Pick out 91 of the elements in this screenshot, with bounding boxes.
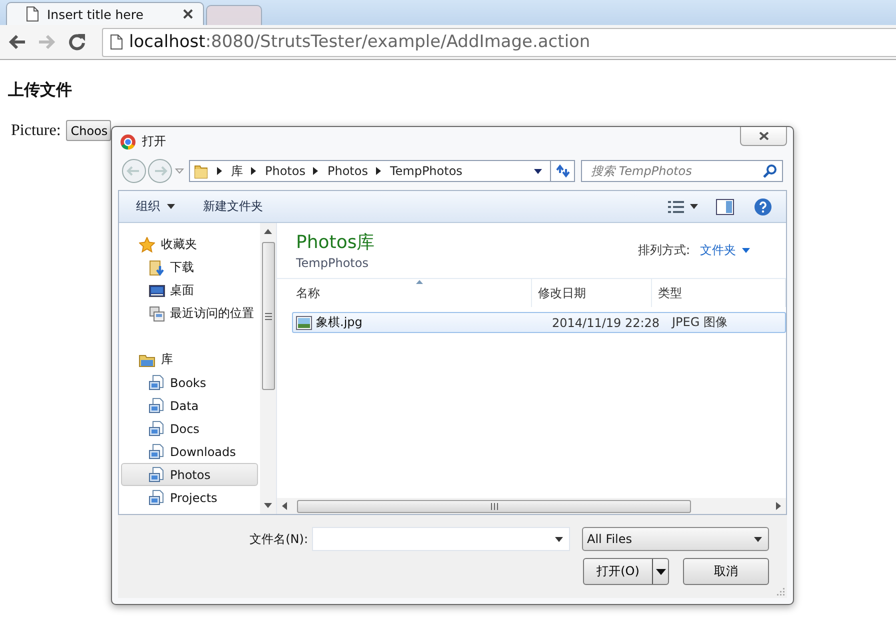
column-header[interactable]: 类型 (652, 279, 786, 307)
table-cell-text: 2014/11/19 22:28 (552, 316, 661, 330)
library-icon (149, 420, 165, 436)
chevron-icon[interactable] (376, 167, 382, 175)
reload-icon[interactable] (68, 33, 86, 51)
close-icon[interactable] (183, 9, 193, 19)
scroll-thumb[interactable] (297, 500, 691, 512)
nav-item[interactable]: 最近访问的位置 (121, 302, 258, 325)
column-header[interactable]: 修改日期 (532, 279, 652, 307)
nav-item[interactable]: 库 (121, 348, 258, 371)
chevron-icon[interactable] (251, 167, 257, 175)
nav-item[interactable]: Downloads (121, 440, 258, 463)
address-bar[interactable]: localhost:8080/StrutsTester/example/AddImage.action (102, 28, 896, 56)
breadcrumb-item[interactable]: Photos (327, 164, 368, 178)
url-text: localhost:8080/StrutsTester/example/AddImage.action (129, 32, 590, 52)
chevron-icon[interactable] (217, 167, 223, 175)
library-icon (149, 398, 165, 414)
close-button[interactable] (740, 127, 787, 146)
resize-grip-icon[interactable] (776, 587, 785, 596)
refresh-button[interactable] (551, 160, 575, 182)
library-icon (149, 444, 165, 460)
nav-item[interactable]: Photos (121, 463, 258, 486)
library-icon (149, 374, 165, 390)
dropdown-icon (754, 536, 762, 542)
path-bar[interactable]: 库 Photos Photos TempPhotos (189, 160, 551, 182)
preview-pane-icon[interactable] (716, 198, 734, 214)
toolbar-button[interactable]: 组织 (136, 198, 175, 215)
horizontal-scrollbar[interactable] (277, 498, 786, 514)
file-name-label: 文件名(N): (250, 530, 308, 548)
file-name-field[interactable] (312, 527, 570, 551)
sort-indicator-icon (416, 280, 423, 284)
browser-tab[interactable]: Insert title here (6, 2, 204, 25)
back-icon[interactable] (8, 34, 26, 50)
table-cell-text: JPEG 图像 (672, 314, 728, 331)
dialog-button[interactable]: 取消 (683, 558, 769, 585)
nav-item[interactable]: Books (121, 371, 258, 394)
breadcrumb-item[interactable]: TempPhotos (390, 164, 462, 178)
caret-icon[interactable] (690, 204, 698, 209)
nav-item[interactable]: Docs (121, 417, 258, 440)
page-icon (109, 34, 123, 50)
desktop-icon (149, 282, 165, 298)
recent-places-icon (149, 306, 165, 322)
up-arrow-icon[interactable] (264, 229, 272, 234)
file-name: 象棋.jpg (316, 314, 362, 331)
star-icon (139, 236, 155, 252)
page-icon (25, 6, 39, 22)
page-heading: 上传文件 (8, 80, 73, 100)
nav-item[interactable]: 桌面 (121, 279, 258, 302)
grip-icon (490, 502, 498, 510)
browser-logo-icon (120, 134, 136, 150)
vertical-scrollbar[interactable] (260, 223, 276, 514)
choose-file-button[interactable]: Choos (66, 120, 111, 141)
help-icon[interactable] (754, 198, 772, 216)
right-arrow-icon[interactable] (776, 502, 781, 510)
search-field[interactable]: 搜索 TempPhotos (581, 160, 783, 182)
field-label: Picture: (11, 122, 61, 140)
close-icon (758, 132, 768, 140)
arrange-label: 排列方式: (638, 242, 690, 259)
library-icon (149, 490, 165, 506)
nav-item[interactable]: Projects (121, 486, 258, 509)
caret-icon (742, 248, 750, 253)
nav-item[interactable]: 下载 (121, 256, 258, 279)
folder-icon (194, 163, 208, 179)
breadcrumb-item[interactable]: 库 (231, 162, 243, 180)
library-subtitle: TempPhotos (296, 256, 370, 270)
nav-item[interactable]: Data (121, 394, 258, 417)
refresh-icon (554, 164, 570, 178)
arrange-dropdown[interactable]: 文件夹 (700, 242, 750, 259)
dropdown-icon (555, 536, 563, 542)
library-title: Photos库 (296, 232, 376, 254)
toolbar-button[interactable]: 新建文件夹 (203, 198, 263, 215)
download-folder-icon (149, 260, 165, 276)
down-arrow-icon[interactable] (264, 503, 272, 508)
breadcrumb-item[interactable]: Photos (265, 164, 306, 178)
file-type-dropdown[interactable]: All Files (582, 527, 769, 551)
dropdown-icon[interactable] (534, 168, 542, 174)
scroll-thumb[interactable] (262, 242, 274, 390)
caret-icon (656, 568, 666, 574)
image-file-icon (296, 316, 312, 330)
search-icon[interactable] (763, 164, 777, 178)
grip-icon (264, 312, 272, 320)
library-icon (149, 466, 165, 482)
file-row[interactable]: 象棋.jpg 2014/11/19 22:28 JPEG 图像 (292, 312, 786, 333)
nav-item[interactable]: 收藏夹 (121, 233, 258, 256)
dialog-button[interactable]: 打开(O) (583, 558, 669, 585)
column-header[interactable]: 名称 (277, 279, 532, 307)
caret-icon (167, 204, 175, 209)
view-icon[interactable] (668, 200, 684, 212)
dialog-title: 打开 (142, 133, 166, 150)
left-arrow-icon[interactable] (282, 502, 287, 510)
chevron-icon[interactable] (313, 167, 320, 175)
